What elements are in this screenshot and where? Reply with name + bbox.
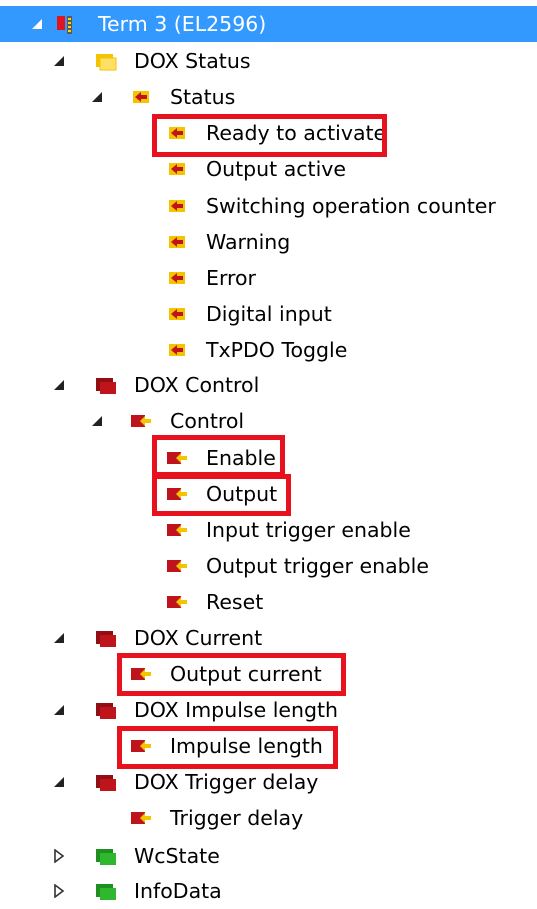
tree-node-warning[interactable]: Warning <box>0 224 537 260</box>
tree-view: { "tree": { "root": { "label": "Term 3 (… <box>0 0 537 903</box>
tree-node-infodata[interactable]: InfoData <box>0 873 537 909</box>
tree-node-output-trigger-enable[interactable]: Output trigger enable <box>0 548 537 584</box>
tree-node-label: DOX Trigger delay <box>134 770 319 794</box>
tree-node-label: Output active <box>206 157 347 181</box>
output-group-icon <box>95 374 117 396</box>
expanded-arrow-icon[interactable] <box>52 54 66 68</box>
tree-node-label: Output <box>206 482 278 506</box>
output-variable-icon <box>130 807 152 829</box>
expanded-arrow-icon[interactable] <box>90 90 104 104</box>
input-variable-icon <box>166 267 188 289</box>
tree-node-label: Digital input <box>206 302 332 326</box>
status-group-icon <box>95 845 117 867</box>
tree-node-label: DOX Control <box>134 373 260 397</box>
tree-node-label: TxPDO Toggle <box>206 338 348 362</box>
tree-node-label: DOX Impulse length <box>134 698 339 722</box>
tree-node-label: Enable <box>206 446 276 470</box>
tree-node-error[interactable]: Error <box>0 260 537 296</box>
tree-node-label: WcState <box>134 844 220 868</box>
tree-node-label: Output trigger enable <box>206 554 429 578</box>
tree-node-label: Impulse length <box>170 734 323 758</box>
input-variable-icon <box>166 195 188 217</box>
tree-node-status[interactable]: Status <box>0 79 537 115</box>
collapsed-arrow-icon[interactable] <box>52 884 66 898</box>
tree-node-impulse-length[interactable]: Impulse length <box>0 728 537 764</box>
output-variable-icon <box>166 555 188 577</box>
status-group-icon <box>95 880 117 902</box>
tree-node-label: InfoData <box>134 879 222 903</box>
tree-node-digital-input[interactable]: Digital input <box>0 296 537 332</box>
tree-node-label: Term 3 (EL2596) <box>98 12 267 36</box>
input-variable-icon <box>130 86 152 108</box>
tree-node-output-current[interactable]: Output current <box>0 656 537 692</box>
output-variable-icon <box>166 519 188 541</box>
tree-node-label: Switching operation counter <box>206 194 496 218</box>
tree-node-label: Reset <box>206 590 264 614</box>
tree-node-label: Control <box>170 409 245 433</box>
expanded-arrow-icon[interactable] <box>52 631 66 645</box>
tree-node-ready-to-activate[interactable]: Ready to activate <box>0 115 537 151</box>
tree-node-label: Error <box>206 266 256 290</box>
expanded-arrow-icon[interactable] <box>52 775 66 789</box>
output-group-icon <box>95 627 117 649</box>
tree-node-dox-current[interactable]: DOX Current <box>0 620 537 656</box>
expanded-arrow-icon[interactable] <box>52 703 66 717</box>
tree-node-term3[interactable]: Term 3 (EL2596) <box>0 6 537 42</box>
tree-node-txpdo-toggle[interactable]: TxPDO Toggle <box>0 332 537 368</box>
tree-node-label: Status <box>170 85 236 109</box>
input-variable-icon <box>166 231 188 253</box>
tree-node-reset[interactable]: Reset <box>0 584 537 620</box>
tree-node-dox-trigger-delay[interactable]: DOX Trigger delay <box>0 764 537 800</box>
tree-node-label: Ready to activate <box>206 121 387 145</box>
input-group-icon <box>95 50 117 72</box>
tree-node-wcstate[interactable]: WcState <box>0 838 537 874</box>
output-variable-icon <box>130 735 152 757</box>
input-variable-icon <box>166 122 188 144</box>
tree-node-label: Warning <box>206 230 291 254</box>
output-variable-icon <box>166 591 188 613</box>
tree-node-trigger-delay[interactable]: Trigger delay <box>0 800 537 836</box>
tree-node-output-active[interactable]: Output active <box>0 151 537 187</box>
tree-node-control[interactable]: Control <box>0 403 537 439</box>
tree-node-dox-impulse-length[interactable]: DOX Impulse length <box>0 692 537 728</box>
tree-node-input-trigger-enable[interactable]: Input trigger enable <box>0 512 537 548</box>
expanded-arrow-icon[interactable] <box>52 378 66 392</box>
tree-node-label: Output current <box>170 662 322 686</box>
tree-node-output[interactable]: Output <box>0 476 537 512</box>
tree-node-enable[interactable]: Enable <box>0 440 537 476</box>
tree-node-dox-status[interactable]: DOX Status <box>0 43 537 79</box>
output-variable-icon <box>130 410 152 432</box>
tree-node-label: Trigger delay <box>170 806 304 830</box>
output-variable-icon <box>166 447 188 469</box>
output-variable-icon <box>166 483 188 505</box>
expanded-arrow-icon[interactable] <box>30 17 44 31</box>
input-variable-icon <box>166 303 188 325</box>
tree-node-label: DOX Status <box>134 49 251 73</box>
input-variable-icon <box>166 339 188 361</box>
tree-node-label: Input trigger enable <box>206 518 411 542</box>
terminal-icon <box>55 13 77 35</box>
collapsed-arrow-icon[interactable] <box>52 849 66 863</box>
tree-node-dox-control[interactable]: DOX Control <box>0 367 537 403</box>
expanded-arrow-icon[interactable] <box>90 414 104 428</box>
output-variable-icon <box>130 663 152 685</box>
tree-node-switching-operation-counter[interactable]: Switching operation counter <box>0 188 537 224</box>
output-group-icon <box>95 771 117 793</box>
output-group-icon <box>95 699 117 721</box>
tree-node-label: DOX Current <box>134 626 263 650</box>
input-variable-icon <box>166 158 188 180</box>
